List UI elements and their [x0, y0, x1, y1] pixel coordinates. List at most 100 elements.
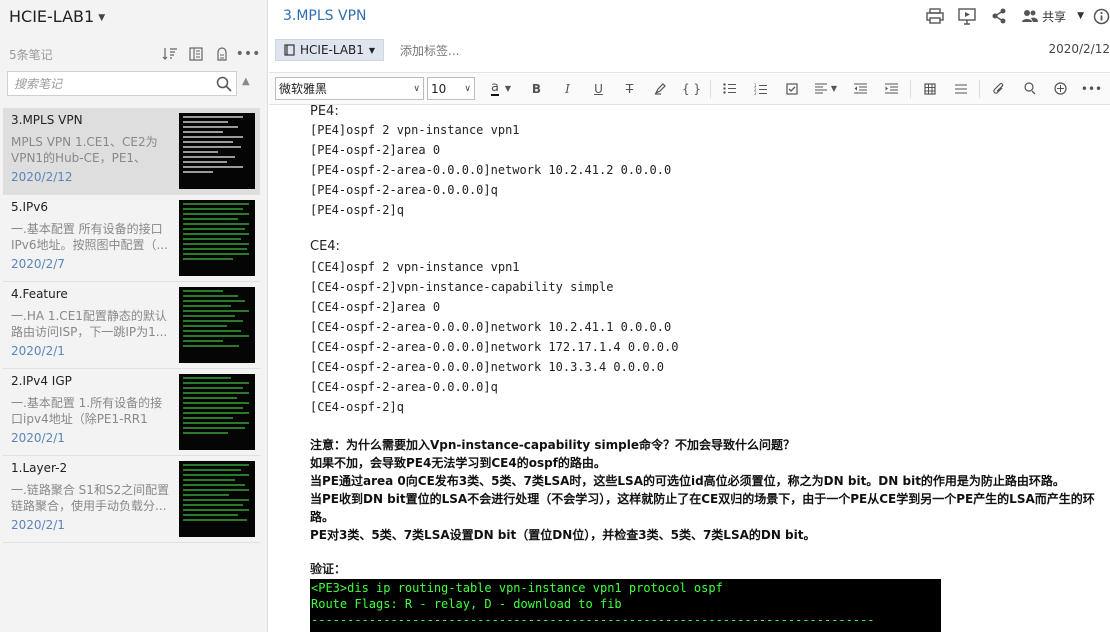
- note-snippet: MPLS VPN 1.CE1、CE2为VPN1的Hub-CE，PE1、PE...: [11, 135, 158, 165]
- search-input[interactable]: [14, 76, 212, 91]
- verify-label: 验证：: [310, 562, 347, 576]
- clip-note-icon[interactable]: [211, 45, 233, 63]
- pe4-config-block: [PE4]ospf 2 vpn-instance vpn1 [PE4-ospf-…: [310, 123, 672, 217]
- note-item[interactable]: 1.Layer-2 一.链路聚合 S1和S2之间配置链路聚合，使用手动负载分..…: [3, 456, 260, 543]
- note-thumbnail: [179, 200, 255, 276]
- note-item[interactable]: 5.IPv6 一.基本配置 所有设备的接口IPv6地址。按照图中配置（... 2…: [3, 195, 260, 282]
- audio-icon[interactable]: [1014, 82, 1045, 95]
- list-toolbar: 5条笔记 •••: [9, 45, 261, 63]
- note-thumbnail: [179, 461, 255, 537]
- bold-icon[interactable]: B: [521, 82, 552, 96]
- share-button[interactable]: 共享 ▼: [1021, 8, 1084, 25]
- bullet-list-icon[interactable]: [714, 83, 745, 94]
- checkbox-icon[interactable]: [776, 82, 807, 95]
- notebook-icon: [284, 44, 295, 56]
- share-network-icon[interactable]: [983, 8, 1015, 24]
- chevron-down-icon: ∨: [464, 83, 471, 94]
- note-list: 3.MPLS VPN MPLS VPN 1.CE1、CE2为VPN1的Hub-C…: [0, 108, 268, 543]
- note-title: 5.IPv6: [11, 200, 48, 214]
- note-item[interactable]: 2.IPv4 IGP 一.基本配置 1.所有设备的接口ipv4地址（除PE1-R…: [3, 369, 260, 456]
- note-body[interactable]: PE4: [PE4]ospf 2 vpn-instance vpn1 [PE4-…: [269, 105, 1110, 632]
- explanation-line: PE对3类、5类、7类LSA设置DN bit（置位DN位），并检查3类、5类、7…: [310, 528, 816, 542]
- note-thumbnail: [179, 287, 255, 363]
- notebook-button-label: HCIE-LAB1: [300, 43, 364, 57]
- chevron-down-icon: ▼: [98, 12, 106, 23]
- toolbar-divider: [910, 79, 911, 98]
- note-updated-date: 2020/2/12: [1048, 42, 1110, 56]
- note-thumbnail: [179, 113, 255, 189]
- font-family-value: 微软雅黑: [279, 82, 328, 96]
- chevron-down-icon: ▼: [504, 84, 512, 93]
- header-actions: 共享 ▼: [919, 5, 1110, 27]
- toolbar-divider: [979, 79, 980, 98]
- users-icon: [1022, 10, 1039, 22]
- outdent-icon[interactable]: [845, 83, 876, 94]
- font-size-select[interactable]: 10 ∨: [427, 77, 475, 100]
- note-snippet: 一.基本配置 所有设备的接口IPv6地址。按照图中配置（...: [11, 222, 168, 252]
- note-snippet: 一.基本配置 1.所有设备的接口ipv4地址（除PE1-RR1的...: [11, 396, 163, 426]
- font-family-select[interactable]: 微软雅黑 ∨: [275, 77, 424, 100]
- font-color-button[interactable]: a ▼: [481, 79, 521, 96]
- print-icon[interactable]: [919, 8, 951, 24]
- notebook-button[interactable]: HCIE-LAB1 ▼: [275, 39, 385, 61]
- divider-line-icon[interactable]: [945, 83, 976, 94]
- document-title[interactable]: 3.MPLS VPN: [283, 8, 367, 24]
- view-mode-icon[interactable]: [185, 45, 207, 63]
- search-box[interactable]: [7, 71, 237, 96]
- highlight-icon[interactable]: [645, 82, 676, 95]
- numbered-list-icon[interactable]: 123: [745, 83, 776, 95]
- tag-bar: HCIE-LAB1 ▼ 添加标签... 2020/2/12: [275, 39, 1110, 61]
- table-icon[interactable]: [914, 82, 945, 95]
- formatting-toolbar: 微软雅黑 ∨ 10 ∨ a ▼ B I U T { } 1 2 3 ▼ •••: [269, 72, 1110, 105]
- editor-pane: 3.MPLS VPN 共享 ▼ HCIE-LAB1 ▼ 添加标签... 2020…: [269, 0, 1110, 632]
- note-date: 2020/2/7: [11, 257, 65, 271]
- more-options-icon[interactable]: •••: [236, 45, 261, 63]
- note-list-panel: HCIE-LAB1 ▼ 5条笔记 ••• ▲ 3.MPLS V: [0, 0, 268, 632]
- note-item[interactable]: 3.MPLS VPN MPLS VPN 1.CE1、CE2为VPN1的Hub-C…: [3, 108, 260, 195]
- font-color-glyph: a: [490, 79, 499, 96]
- note-item[interactable]: 4.Feature 一.HA 1.CE1配置静态的默认路由访问ISP，下一跳IP…: [3, 282, 260, 369]
- add-tag-button[interactable]: 添加标签...: [400, 42, 459, 59]
- indent-icon[interactable]: [876, 83, 907, 94]
- toolbar-divider: [710, 79, 711, 98]
- note-title: 3.MPLS VPN: [11, 113, 83, 127]
- search-icon[interactable]: [212, 76, 236, 92]
- note-thumbnail: [179, 374, 255, 450]
- ce4-config-block: [CE4]ospf 2 vpn-instance vpn1 [CE4-ospf-…: [310, 260, 679, 414]
- share-label: 共享: [1042, 9, 1067, 24]
- chevron-down-icon: ▼: [1077, 11, 1084, 21]
- ce4-label: CE4:: [310, 239, 340, 254]
- attachment-icon[interactable]: [983, 82, 1014, 96]
- notebook-title: HCIE-LAB1: [9, 7, 95, 26]
- underline-icon[interactable]: U: [583, 82, 614, 96]
- link-icon[interactable]: [1045, 82, 1076, 95]
- note-title: 4.Feature: [11, 287, 68, 301]
- app-window: HCIE-LAB1 ▼ 5条笔记 ••• ▲ 3.MPLS V: [0, 0, 1110, 632]
- explanation-paragraph: 注意：为什么需要加入Vpn-instance-capability simple…: [310, 436, 1100, 544]
- chevron-down-icon: ∨: [413, 83, 420, 94]
- explanation-line: 如果不加，会导致PE4无法学习到CE4的ospf的路由。: [310, 456, 606, 470]
- note-date: 2020/2/12: [11, 170, 73, 184]
- align-icon[interactable]: ▼: [807, 83, 845, 94]
- explanation-line: 当PE收到DN bit置位的LSA不会进行处理（不会学习），这样就防止了在CE双…: [310, 492, 1095, 524]
- present-icon[interactable]: [951, 7, 983, 25]
- note-snippet: 一.HA 1.CE1配置静态的默认路由访问ISP，下一跳IP为1...: [11, 309, 168, 339]
- info-icon[interactable]: [1084, 8, 1110, 25]
- more-toolbar-icon[interactable]: •••: [1076, 82, 1107, 96]
- explanation-line: 注意：为什么需要加入Vpn-instance-capability simple…: [310, 438, 795, 452]
- collapse-search-icon[interactable]: ▲: [242, 76, 250, 87]
- note-date: 2020/2/1: [11, 518, 65, 532]
- pe4-label: PE4:: [310, 105, 339, 119]
- note-title: 1.Layer-2: [11, 461, 68, 475]
- sort-icon[interactable]: [159, 45, 181, 63]
- strikethrough-icon[interactable]: T: [614, 82, 645, 96]
- svg-text:3: 3: [754, 91, 757, 95]
- note-date: 2020/2/1: [11, 344, 65, 358]
- notebook-selector[interactable]: HCIE-LAB1 ▼: [9, 7, 105, 26]
- note-date: 2020/2/1: [11, 431, 65, 445]
- code-icon[interactable]: { }: [676, 82, 707, 96]
- note-count: 5条笔记: [9, 47, 53, 62]
- note-snippet: 一.链路聚合 S1和S2之间配置链路聚合，使用手动负载分...: [11, 483, 170, 513]
- terminal-output: <PE3>dis ip routing-table vpn-instance v…: [310, 579, 941, 632]
- italic-icon[interactable]: I: [552, 82, 583, 96]
